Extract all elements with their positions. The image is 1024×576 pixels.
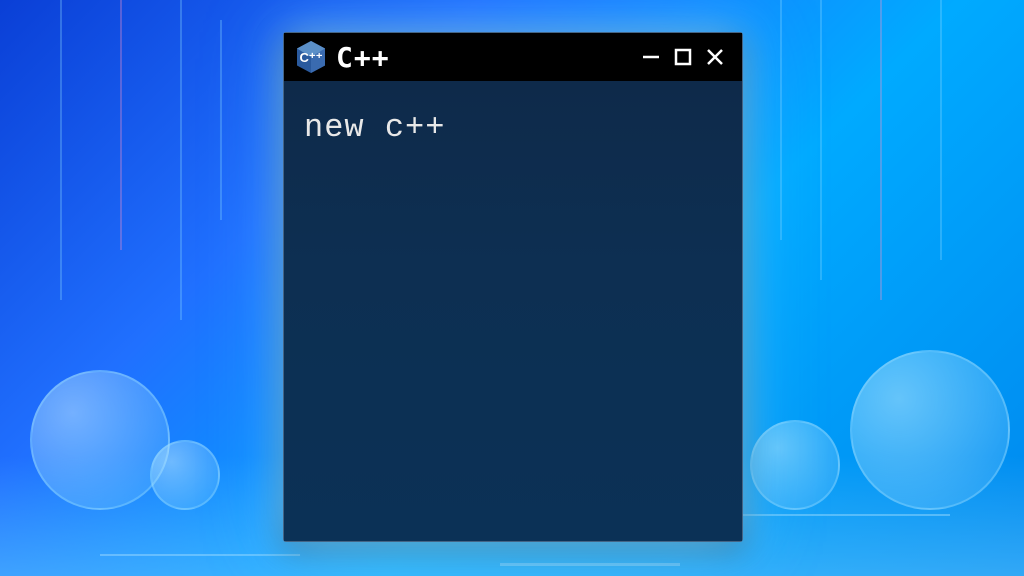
circuit-line	[60, 0, 62, 300]
terminal-window: C⁺⁺ C++ new c++	[283, 32, 743, 542]
glow-orb	[150, 440, 220, 510]
circuit-line	[220, 20, 222, 220]
titlebar[interactable]: C⁺⁺ C++	[284, 33, 742, 81]
circuit-line	[820, 0, 822, 280]
window-title: C++	[336, 41, 390, 74]
maximize-button[interactable]	[668, 43, 698, 71]
svg-text:C⁺⁺: C⁺⁺	[299, 50, 322, 65]
minimize-button[interactable]	[636, 43, 666, 71]
glow-orb	[30, 370, 170, 510]
floor-trace	[100, 554, 300, 556]
code-line: new c++	[304, 109, 722, 146]
terminal-content[interactable]: new c++	[284, 81, 742, 541]
circuit-line	[940, 0, 942, 260]
circuit-line	[180, 0, 182, 320]
circuit-line	[880, 0, 882, 300]
floor-trace	[500, 563, 680, 566]
close-button[interactable]	[700, 43, 730, 71]
glow-orb	[850, 350, 1010, 510]
circuit-line	[120, 0, 122, 250]
cpp-hexagon-icon: C⁺⁺	[296, 40, 326, 74]
circuit-line	[780, 0, 782, 240]
glow-orb	[750, 420, 840, 510]
window-controls	[636, 43, 730, 71]
